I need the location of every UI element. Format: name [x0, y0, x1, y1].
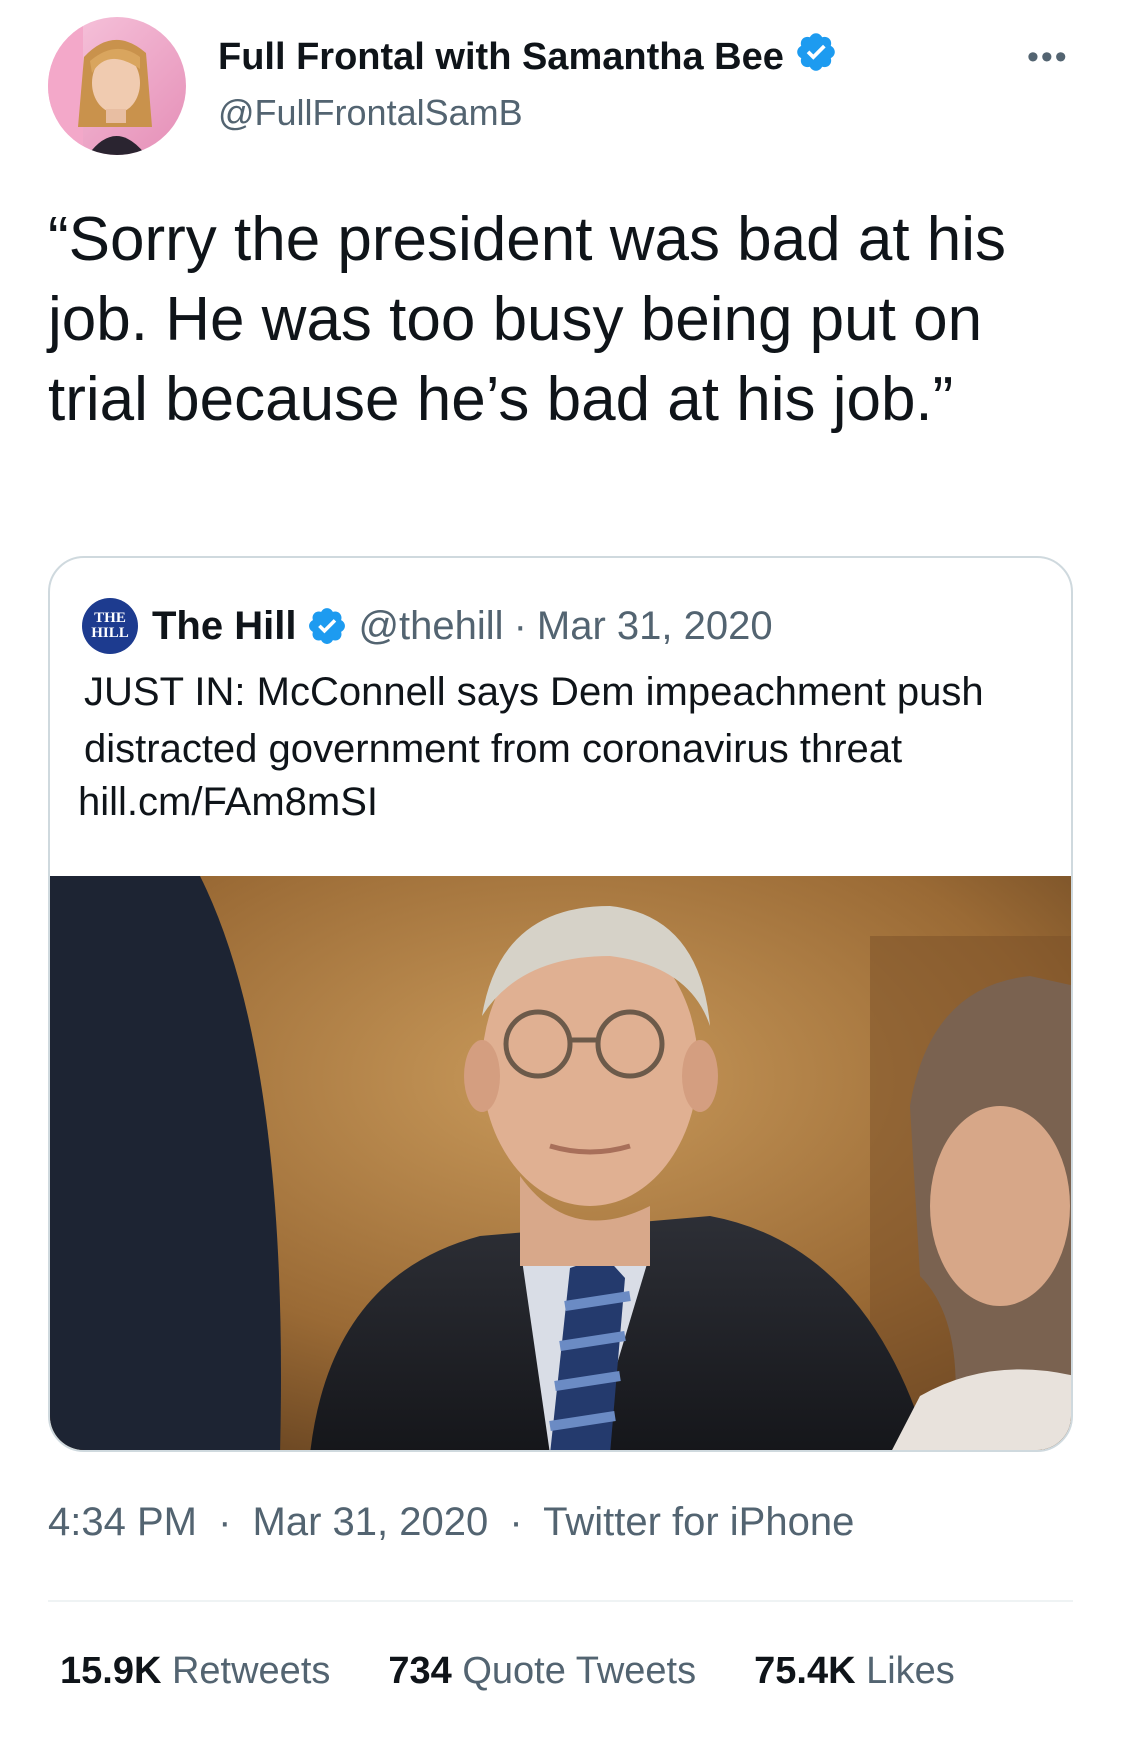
- more-options-icon[interactable]: •••: [1027, 38, 1069, 77]
- tweet-source[interactable]: Twitter for iPhone: [543, 1500, 854, 1544]
- quoted-tweet-link[interactable]: hill.cm/FAm8mSI: [78, 780, 378, 825]
- meta-separator-2: ·: [509, 1500, 523, 1544]
- likes-count: 75.4K: [754, 1650, 856, 1692]
- quoted-tweet-text: JUST IN: McConnell says Dem impeachment …: [84, 670, 984, 771]
- divider: [48, 1600, 1073, 1602]
- tweet-text: “Sorry the president was bad at his job.…: [48, 205, 1007, 434]
- retweets-stat[interactable]: 15.9K Retweets: [60, 1650, 330, 1693]
- meta-separator: ·: [218, 1500, 232, 1544]
- quote-tweets-count: 734: [388, 1650, 452, 1692]
- tweet-time[interactable]: 4:34 PM: [48, 1500, 197, 1544]
- quote-tweets-label: Quote Tweets: [462, 1650, 697, 1692]
- quoted-tweet-header: THE HILL The Hill @thehill · Mar 31, 202…: [82, 598, 773, 654]
- tweet-date[interactable]: Mar 31, 2020: [253, 1500, 489, 1544]
- hill-logo-bottom: HILL: [91, 625, 129, 641]
- the-hill-logo-avatar[interactable]: THE HILL: [82, 598, 138, 654]
- quoted-tweet-card[interactable]: THE HILL The Hill @thehill · Mar 31, 202…: [48, 556, 1073, 1452]
- quoted-author-name[interactable]: The Hill: [152, 604, 296, 649]
- hill-logo-top: THE: [94, 610, 126, 626]
- quoted-date[interactable]: Mar 31, 2020: [537, 604, 773, 649]
- quoted-tweet-photo[interactable]: [50, 876, 1071, 1450]
- author-name-text: Full Frontal with Samantha Bee: [218, 35, 784, 78]
- quoted-separator: ·: [513, 603, 527, 648]
- author-avatar[interactable]: [48, 17, 186, 155]
- tweet-meta: 4:34 PM · Mar 31, 2020 · Twitter for iPh…: [48, 1500, 854, 1545]
- quote-tweets-stat[interactable]: 734 Quote Tweets: [388, 1650, 696, 1693]
- retweets-label: Retweets: [171, 1650, 331, 1692]
- quoted-author-handle[interactable]: @thehill: [358, 604, 503, 649]
- author-handle[interactable]: @FullFrontalSamB: [218, 92, 523, 134]
- verified-badge-icon: [794, 30, 838, 84]
- author-display-name[interactable]: Full Frontal with Samantha Bee: [218, 30, 838, 84]
- quoted-verified-badge-icon: [306, 605, 348, 647]
- tweet-stats: 15.9K Retweets 734 Quote Tweets 75.4K Li…: [60, 1650, 1013, 1693]
- likes-label: Likes: [866, 1650, 955, 1692]
- likes-stat[interactable]: 75.4K Likes: [754, 1650, 955, 1693]
- retweets-count: 15.9K: [60, 1650, 162, 1692]
